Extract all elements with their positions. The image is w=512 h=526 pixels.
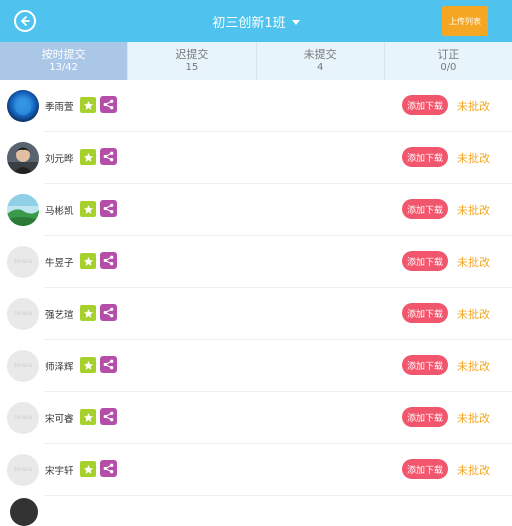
status-badge: 未批改 (457, 360, 490, 373)
share-button[interactable] (100, 356, 117, 373)
add-download-button[interactable]: 添加下载 (402, 95, 448, 115)
add-download-button[interactable]: 添加下载 (402, 147, 448, 167)
avatar[interactable]: ZHIWEN (7, 350, 39, 382)
share-icon (103, 463, 114, 474)
share-button[interactable] (100, 200, 117, 217)
status-badge: 未批改 (457, 100, 490, 113)
share-button[interactable] (100, 304, 117, 321)
avatar[interactable]: ZHIWEN (7, 454, 39, 486)
list-item[interactable]: ZHIWEN 强艺瑄 添加下载 未批改 (0, 288, 512, 340)
student-name: 宋可睿 (45, 414, 74, 425)
upload-list-button[interactable]: 上传列表 (442, 6, 488, 36)
star-button[interactable] (80, 357, 96, 373)
list-item[interactable]: ZHIWEN 师泽辉 添加下载 未批改 (0, 340, 512, 392)
star-icon (83, 464, 93, 474)
star-icon (83, 152, 93, 162)
class-title[interactable]: 初三创新1班 (212, 12, 285, 31)
share-icon (103, 307, 114, 318)
tab-corrections[interactable]: 订正 0/0 (385, 42, 512, 80)
share-button[interactable] (100, 252, 117, 269)
add-download-button[interactable]: 添加下载 (402, 355, 448, 375)
share-button[interactable] (100, 460, 117, 477)
status-badge: 未批改 (457, 256, 490, 269)
star-icon (83, 412, 93, 422)
avatar-placeholder-text: ZHIWEN (13, 363, 33, 368)
student-name: 牛昱子 (45, 258, 74, 269)
avatar[interactable]: ZHIWEN (7, 402, 39, 434)
star-icon (83, 256, 93, 266)
avatar-placeholder-text: ZHIWEN (13, 259, 33, 264)
student-list: 季雨萱 添加下载 未批改 刘元晔 添加下载 未批改 马彬凯 添加下载 未批改 Z… (0, 80, 512, 496)
star-button[interactable] (80, 409, 96, 425)
tab-label: 订正 (437, 48, 460, 61)
tab-label: 按时提交 (41, 48, 86, 61)
submission-tabs: 按时提交 13/42 迟提交 15 未提交 4 订正 0/0 (0, 42, 512, 80)
caret-down-icon[interactable] (291, 19, 300, 25)
star-icon (83, 100, 93, 110)
tab-label: 未提交 (303, 48, 337, 61)
avatar-placeholder-text: ZHIWEN (13, 311, 33, 316)
star-icon (83, 308, 93, 318)
status-badge: 未批改 (457, 204, 490, 217)
student-name: 刘元晔 (45, 154, 74, 165)
share-icon (103, 255, 114, 266)
tab-count: 15 (185, 62, 199, 73)
avatar[interactable] (10, 498, 38, 526)
status-badge: 未批改 (457, 464, 490, 477)
star-button[interactable] (80, 201, 96, 217)
tab-late[interactable]: 迟提交 15 (128, 42, 257, 80)
share-button[interactable] (100, 96, 117, 113)
tab-on-time[interactable]: 按时提交 13/42 (0, 42, 129, 80)
list-item[interactable]: 马彬凯 添加下载 未批改 (0, 184, 512, 236)
student-name: 季雨萱 (45, 102, 74, 113)
divider (44, 495, 512, 496)
list-item[interactable]: ZHIWEN 牛昱子 添加下载 未批改 (0, 236, 512, 288)
add-download-button[interactable]: 添加下载 (402, 407, 448, 427)
avatar[interactable] (7, 194, 39, 226)
star-button[interactable] (80, 97, 96, 113)
star-icon (83, 360, 93, 370)
share-button[interactable] (100, 408, 117, 425)
status-badge: 未批改 (457, 308, 490, 321)
avatar-placeholder-text: ZHIWEN (13, 467, 33, 472)
avatar[interactable] (7, 90, 39, 122)
star-button[interactable] (80, 461, 96, 477)
share-button[interactable] (100, 148, 117, 165)
tab-count: 0/0 (440, 62, 457, 73)
share-icon (103, 411, 114, 422)
add-download-button[interactable]: 添加下载 (402, 251, 448, 271)
avatar[interactable]: ZHIWEN (7, 298, 39, 330)
avatar-placeholder-text: ZHIWEN (13, 415, 33, 420)
tab-not-submitted[interactable]: 未提交 4 (257, 42, 385, 80)
avatar[interactable] (7, 142, 39, 174)
avatar[interactable]: ZHIWEN (7, 246, 39, 278)
tab-label: 迟提交 (175, 48, 209, 61)
share-icon (103, 99, 114, 110)
add-download-button[interactable]: 添加下载 (402, 199, 448, 219)
add-download-button[interactable]: 添加下载 (402, 303, 448, 323)
star-button[interactable] (80, 305, 96, 321)
back-button[interactable] (14, 10, 36, 32)
star-icon (83, 204, 93, 214)
status-badge: 未批改 (457, 412, 490, 425)
share-icon (103, 203, 114, 214)
student-name: 师泽辉 (45, 362, 74, 373)
share-icon (103, 151, 114, 162)
list-item[interactable]: 刘元晔 添加下载 未批改 (0, 132, 512, 184)
header-bar: 初三创新1班 上传列表 (0, 0, 512, 42)
tab-count: 4 (316, 62, 324, 73)
list-item[interactable]: ZHIWEN 宋宇轩 添加下载 未批改 (0, 444, 512, 496)
share-icon (103, 359, 114, 370)
tab-count: 13/42 (49, 62, 79, 73)
student-name: 宋宇轩 (45, 466, 74, 477)
student-name: 强艺瑄 (45, 310, 74, 321)
add-download-button[interactable]: 添加下载 (402, 459, 448, 479)
status-badge: 未批改 (457, 152, 490, 165)
student-name: 马彬凯 (45, 206, 74, 217)
star-button[interactable] (80, 149, 96, 165)
back-arrow-icon (21, 16, 30, 26)
star-button[interactable] (80, 253, 96, 269)
list-item[interactable]: ZHIWEN 宋可睿 添加下载 未批改 (0, 392, 512, 444)
list-item[interactable]: 季雨萱 添加下载 未批改 (0, 80, 512, 132)
